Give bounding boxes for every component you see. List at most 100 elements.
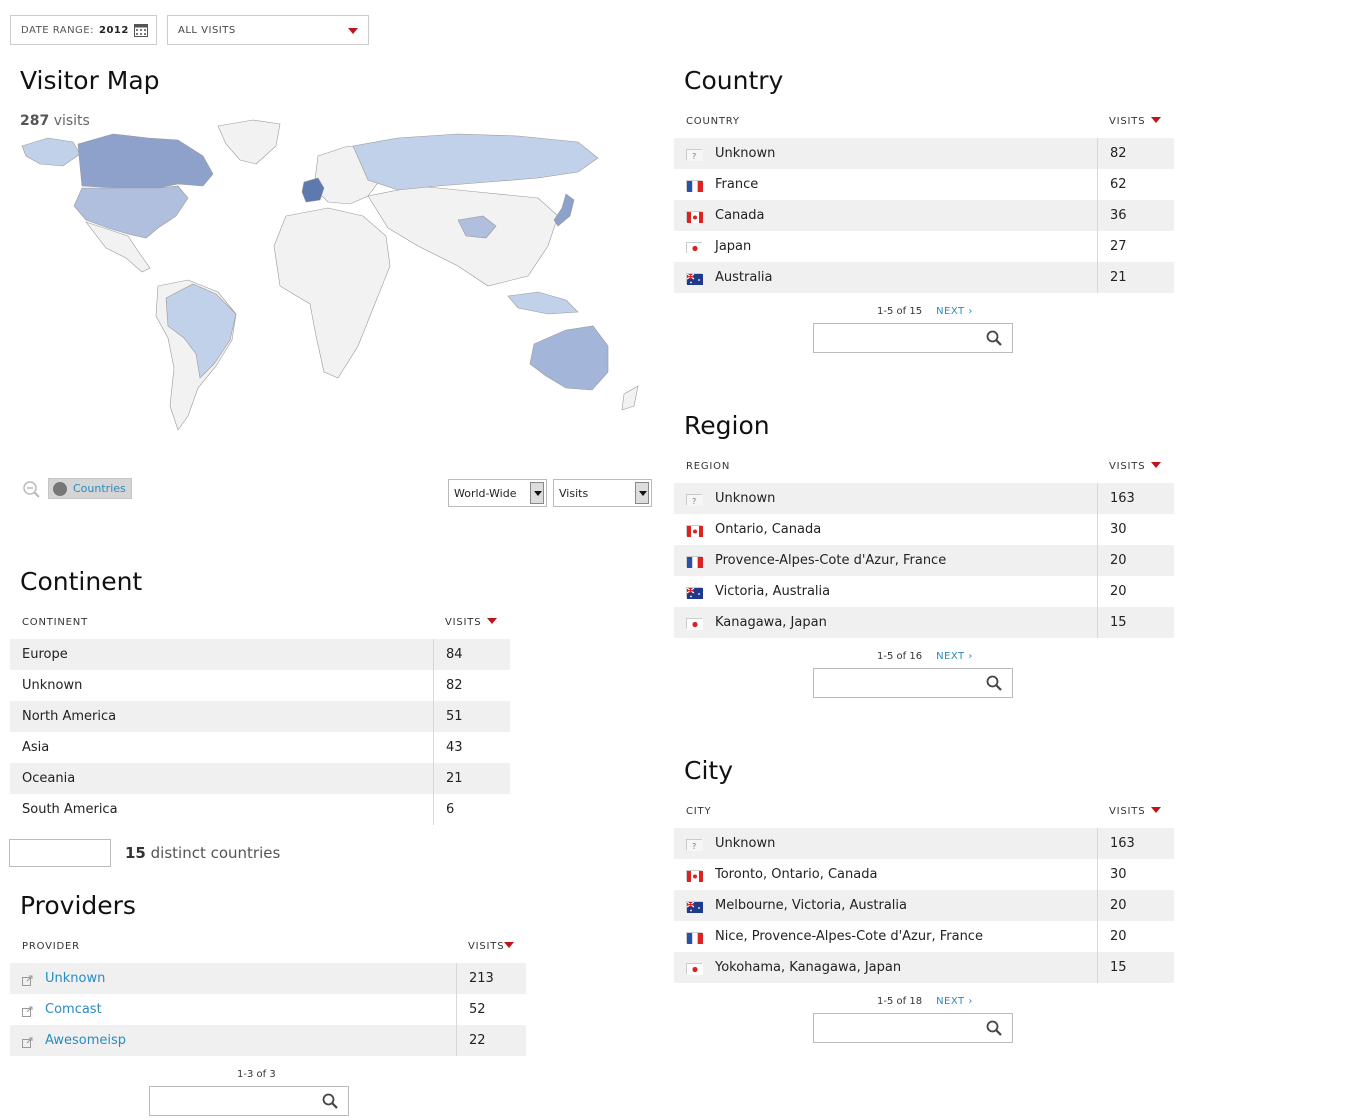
external-link-icon[interactable] <box>22 1006 33 1017</box>
column-header-city: CITY <box>686 806 712 817</box>
row-label: South America <box>22 802 118 817</box>
flag-icon-unknown: ? <box>686 839 703 851</box>
row-label: Canada <box>715 208 765 223</box>
continent-search-input[interactable] <box>9 839 111 867</box>
search-icon[interactable] <box>986 1020 1002 1036</box>
scope-select-value: World-Wide <box>454 486 517 500</box>
visits-header-label: VISITS <box>1109 806 1146 817</box>
table-row[interactable]: Oceania 21 <box>10 763 510 794</box>
table-row[interactable]: Japan 27 <box>674 231 1174 262</box>
metric-select[interactable]: Visits <box>553 479 652 507</box>
map-japan <box>553 193 575 227</box>
flag-icon-au <box>686 587 703 599</box>
table-row[interactable]: Awesomeisp 22 <box>10 1025 526 1056</box>
country-search-input[interactable] <box>813 323 1013 353</box>
table-row[interactable]: ? Unknown 163 <box>674 828 1174 859</box>
table-row[interactable]: Victoria, Australia 20 <box>674 576 1174 607</box>
column-header-visits[interactable]: VISITS <box>445 617 498 628</box>
row-label: Oceania <box>22 771 76 786</box>
metric-select-value: Visits <box>559 486 589 500</box>
column-divider <box>1097 231 1098 262</box>
date-range-picker[interactable]: DATE RANGE: 2012 <box>10 15 157 45</box>
table-row[interactable]: Ontario, Canada 30 <box>674 514 1174 545</box>
external-link-icon[interactable] <box>22 975 33 986</box>
table-row[interactable]: Unknown 82 <box>10 670 510 701</box>
world-map[interactable] <box>18 116 650 436</box>
column-divider <box>1097 859 1098 890</box>
search-icon[interactable] <box>322 1093 338 1109</box>
search-icon[interactable] <box>986 675 1002 691</box>
search-icon[interactable] <box>986 330 1002 346</box>
external-link-icon[interactable] <box>22 1037 33 1048</box>
calendar-icon[interactable] <box>133 23 148 37</box>
row-value: 21 <box>1110 270 1127 285</box>
row-value: 213 <box>469 971 494 986</box>
row-label: Australia <box>715 270 773 285</box>
table-row[interactable]: Yokohama, Kanagawa, Japan 15 <box>674 952 1174 983</box>
table-row[interactable]: North America 51 <box>10 701 510 732</box>
segment-value: ALL VISITS <box>178 24 236 36</box>
column-header-visits[interactable]: VISITS <box>1109 806 1162 817</box>
column-header-provider: PROVIDER <box>22 941 80 952</box>
column-divider <box>1097 200 1098 231</box>
flag-icon-au <box>686 273 703 285</box>
row-value: 15 <box>1110 960 1127 975</box>
row-value: 20 <box>1110 898 1127 913</box>
providers-search-input[interactable] <box>149 1086 349 1116</box>
table-row[interactable]: Nice, Provence-Alpes-Cote d'Azur, France… <box>674 921 1174 952</box>
country-pager: 1-5 of 15 NEXT › <box>877 306 973 317</box>
table-row[interactable]: Kanagawa, Japan 15 <box>674 607 1174 638</box>
providers-table: PROVIDER VISITS Unknown 213 Comcast 52 Aweso… <box>10 933 526 1056</box>
pager-range: 1-5 of 15 <box>877 306 923 317</box>
segment-dropdown[interactable]: ALL VISITS <box>167 15 369 45</box>
column-header-visits[interactable]: VISITS <box>468 941 515 952</box>
region-search-input[interactable] <box>813 668 1013 698</box>
row-label: France <box>715 177 759 192</box>
table-row[interactable]: Canada 36 <box>674 200 1174 231</box>
table-row[interactable]: ? Unknown 163 <box>674 483 1174 514</box>
svg-text:?: ? <box>692 497 696 506</box>
row-value: 20 <box>1110 929 1127 944</box>
table-row[interactable]: ? Unknown 82 <box>674 138 1174 169</box>
chevron-down-icon <box>530 482 544 504</box>
next-page-link[interactable]: NEXT › <box>936 651 973 662</box>
next-page-link[interactable]: NEXT › <box>936 306 973 317</box>
countries-toggle-button[interactable]: Countries <box>48 478 132 499</box>
row-label: Nice, Provence-Alpes-Cote d'Azur, France <box>715 929 983 944</box>
row-value: 163 <box>1110 836 1135 851</box>
table-row[interactable]: Europe 84 <box>10 639 510 670</box>
scope-select[interactable]: World-Wide <box>448 479 547 507</box>
column-divider <box>1097 576 1098 607</box>
row-label[interactable]: Comcast <box>45 1002 102 1017</box>
column-divider <box>456 963 457 994</box>
column-header-visits[interactable]: VISITS <box>1109 116 1162 127</box>
next-page-link[interactable]: NEXT › <box>936 996 973 1007</box>
table-row[interactable]: Comcast 52 <box>10 994 526 1025</box>
table-row[interactable]: Australia 21 <box>674 262 1174 293</box>
column-header-visits[interactable]: VISITS <box>1109 461 1162 472</box>
city-search-input[interactable] <box>813 1013 1013 1043</box>
pager-range: 1-5 of 16 <box>877 651 923 662</box>
table-row[interactable]: Provence-Alpes-Cote d'Azur, France 20 <box>674 545 1174 576</box>
table-row[interactable]: Toronto, Ontario, Canada 30 <box>674 859 1174 890</box>
row-value: 27 <box>1110 239 1127 254</box>
row-value: 84 <box>446 647 463 662</box>
column-divider <box>433 639 434 670</box>
table-header: CONTINENT VISITS <box>10 609 510 634</box>
city-pager: 1-5 of 18 NEXT › <box>877 996 973 1007</box>
flag-icon-ca <box>686 211 703 223</box>
table-row[interactable]: Asia 43 <box>10 732 510 763</box>
zoom-out-icon[interactable] <box>22 480 40 498</box>
table-row[interactable]: France 62 <box>674 169 1174 200</box>
column-divider <box>1097 483 1098 514</box>
row-label[interactable]: Awesomeisp <box>45 1033 126 1048</box>
row-label: Yokohama, Kanagawa, Japan <box>715 960 902 975</box>
table-row[interactable]: Unknown 213 <box>10 963 526 994</box>
table-row[interactable]: Melbourne, Victoria, Australia 20 <box>674 890 1174 921</box>
table-row[interactable]: South America 6 <box>10 794 510 825</box>
row-label[interactable]: Unknown <box>45 971 105 986</box>
map-indonesia <box>507 291 579 315</box>
column-divider <box>1097 921 1098 952</box>
row-label: Unknown <box>715 146 776 161</box>
map-new-zealand <box>621 385 639 411</box>
